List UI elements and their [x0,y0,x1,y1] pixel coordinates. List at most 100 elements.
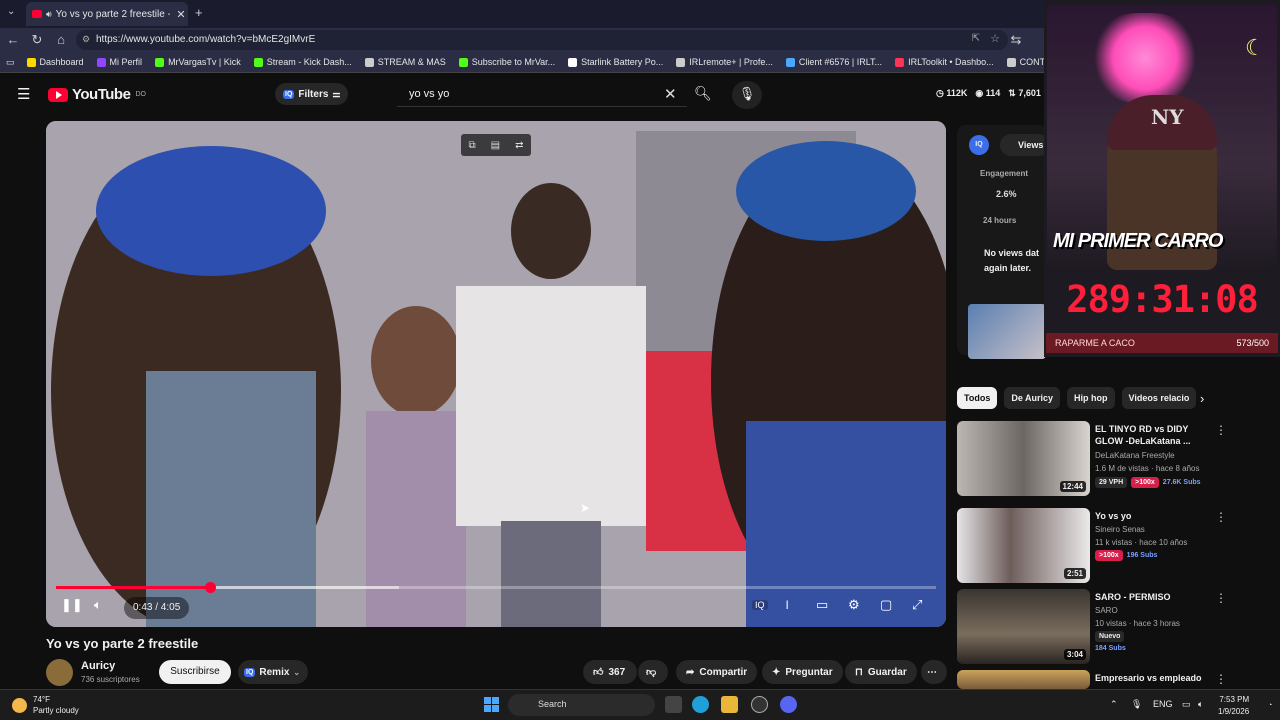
share-button[interactable]: ➦ Compartir [676,660,758,684]
url-field[interactable]: ⚙ https://www.youtube.com/watch?v=bMcE2g… [76,30,1008,50]
list-item[interactable]: 3:04 SARO - PERMISO SARO 10 vistas · hac… [957,589,1277,664]
bookmark-item[interactable]: MrVargasTv | Kick [155,57,241,67]
network-icon[interactable]: ▭ [1182,699,1191,710]
back-icon[interactable]: ← [5,32,21,47]
obs-icon[interactable] [751,696,768,713]
video-thumbnail[interactable]: 12:44 [957,421,1090,496]
chevron-right-icon[interactable]: › [1200,391,1204,406]
bookmark-item[interactable]: Subscribe to MrVar... [458,57,555,67]
start-menu-icon[interactable] [484,697,499,712]
theater-mode-icon[interactable]: ▢ [880,597,892,613]
chip-todos[interactable]: Todos [957,387,998,409]
video-thumbnail[interactable]: 2:51 [957,508,1090,583]
clear-search-icon[interactable]: ✕ [664,85,677,103]
vidiq-logo[interactable]: IQ [969,135,989,155]
video-thumbnail[interactable]: 3:04 [957,589,1090,664]
search-input[interactable]: yo vs yo [397,81,687,107]
bookmark-item[interactable]: IRLToolkit • Dashbo... [895,57,994,67]
notes-icon[interactable]: ▤ [491,140,500,151]
audio-playing-icon[interactable]: 🔊︎ [46,9,52,20]
list-item[interactable]: 12:44 EL TINYO RD vs DIDY GLOW -DeLaKata… [957,421,1277,496]
rec-channel[interactable]: Sineiro Senas [1095,525,1145,534]
channel-avatar[interactable] [46,659,73,686]
more-actions-button[interactable]: ⋯ [921,660,947,684]
views-tab[interactable]: Views [1000,134,1050,156]
chip-hip-hop[interactable]: Hip hop [1067,387,1115,409]
autoplay-toggle[interactable]: ⏽ [782,597,792,613]
fullscreen-icon[interactable]: ⤢ [912,597,922,613]
bookmark-favicon-icon [26,57,36,67]
ask-button[interactable]: ✦ Preguntar [762,660,843,684]
discord-icon[interactable] [780,696,797,713]
dislike-button[interactable]: 👎︎ [638,660,668,684]
edge-browser-icon[interactable] [692,696,709,713]
like-button[interactable]: 👍︎ 367 [583,660,637,684]
bookmark-item[interactable]: Dashboard [26,57,84,67]
clock[interactable]: 7:53 PM 1/9/2026 [1218,694,1249,718]
youtube-logo[interactable]: YouTube DO [48,86,146,103]
taskbar-search[interactable]: Search [508,694,655,716]
bookmarks-menu-icon[interactable]: ▭ [6,57,15,68]
video-thumbnail[interactable] [957,670,1090,689]
new-tab-icon[interactable]: + [195,5,203,20]
more-vertical-icon[interactable]: ⋮ [1215,423,1227,437]
microphone-icon[interactable]: 🎙︎ [1131,699,1142,710]
rec-title[interactable]: EL TINYO RD vs DIDY GLOW -DeLaKatana ... [1095,423,1205,447]
translate-icon[interactable]: ⇄ [515,140,523,151]
bookmark-item[interactable]: IRLremote+ | Profe... [676,57,773,67]
progress-bar[interactable] [56,582,936,593]
rec-channel[interactable]: DeLaKatana Freestyle [1095,451,1175,460]
vidiq-player-icon[interactable]: IQ [752,600,768,610]
tab-list-icon[interactable]: ⌄ [7,6,15,17]
reload-icon[interactable]: ↻ [29,32,45,48]
scrubber-handle[interactable] [205,582,216,593]
more-vertical-icon[interactable]: ⋮ [1215,591,1227,605]
task-view-icon[interactable] [665,696,682,713]
remix-button[interactable]: IQ Remix ⌄ [238,660,308,684]
rec-title[interactable]: SARO - PERMISO [1095,591,1205,603]
voice-search-icon[interactable]: 🎙︎ [732,81,762,109]
site-info-icon[interactable]: ⚙ [82,34,90,45]
hamburger-menu-icon[interactable]: ☰ [17,85,30,103]
volume-icon[interactable]: 🔈︎ [1198,699,1203,710]
more-vertical-icon[interactable]: ⋮ [1215,510,1227,524]
weather-widget[interactable]: 74°F Partly cloudy [12,694,79,716]
rec-title[interactable]: Yo vs yo [1095,510,1205,522]
bookmark-item[interactable]: Client #6576 | IRLT... [785,57,882,67]
open-in-app-icon[interactable]: ⇱ [972,33,980,44]
notifications-icon[interactable]: ◔ [1268,702,1272,709]
rec-channel[interactable]: SARO [1095,606,1118,615]
volume-icon[interactable]: 🔈︎ [94,597,102,613]
pause-icon[interactable]: ❚❚ [61,597,83,613]
browser-tab[interactable]: 🔊︎ Yo vs yo parte 2 freestile - You... ✕ [26,2,188,26]
channel-name[interactable]: Auricy [81,660,115,672]
pip-icon[interactable]: ⧉ [469,140,476,151]
home-icon[interactable]: ⌂ [53,32,69,47]
language-indicator[interactable]: ENG [1153,699,1173,709]
list-item[interactable]: 2:51 Yo vs yo Sineiro Senas 11 k vistas … [957,508,1277,583]
bookmark-item[interactable]: Starlink Battery Po... [568,57,663,67]
bookmark-item[interactable]: STREAM & MAS [364,57,446,67]
list-item[interactable]: Empresario vs empleado ⋮ [957,670,1277,689]
tray-overflow-icon[interactable]: ⌃ [1110,699,1118,710]
save-button[interactable]: ⊓ Guardar [845,660,917,684]
file-explorer-icon[interactable] [721,696,738,713]
weather-icon [12,697,27,713]
settings-gear-icon[interactable]: ⚙ [848,597,860,613]
bookmark-item[interactable]: Stream - Kick Dash... [253,57,352,67]
more-vertical-icon[interactable]: ⋮ [1215,672,1227,686]
filters-button[interactable]: IQ Filters ⚌ [275,83,348,105]
video-player[interactable]: ⧉ ▤ ⇄ ➤ ❚❚ 🔈︎ 0:43 / 4:05 IQ ⏽ ▭ ⚙ ▢ ⤢ [46,121,946,627]
rec-title[interactable]: Empresario vs empleado [1095,672,1225,684]
extensions-icon[interactable]: ⇆ [1008,32,1024,48]
bookmark-item[interactable]: Mi Perfil [96,57,142,67]
close-tab-icon[interactable]: ✕ [174,8,188,21]
captions-icon[interactable]: ▭ [816,597,828,613]
panel-thumbnail[interactable] [968,304,1046,359]
youtube-favicon-icon [32,10,42,18]
favorite-star-icon[interactable]: ☆ [990,32,1000,45]
search-icon[interactable]: 🔍︎ [694,85,712,102]
chip-videos-relacionados[interactable]: Videos relacio [1121,387,1197,409]
subscribe-button[interactable]: Suscribirse [159,660,231,684]
chip-de-auricy[interactable]: De Auricy [1004,387,1061,409]
